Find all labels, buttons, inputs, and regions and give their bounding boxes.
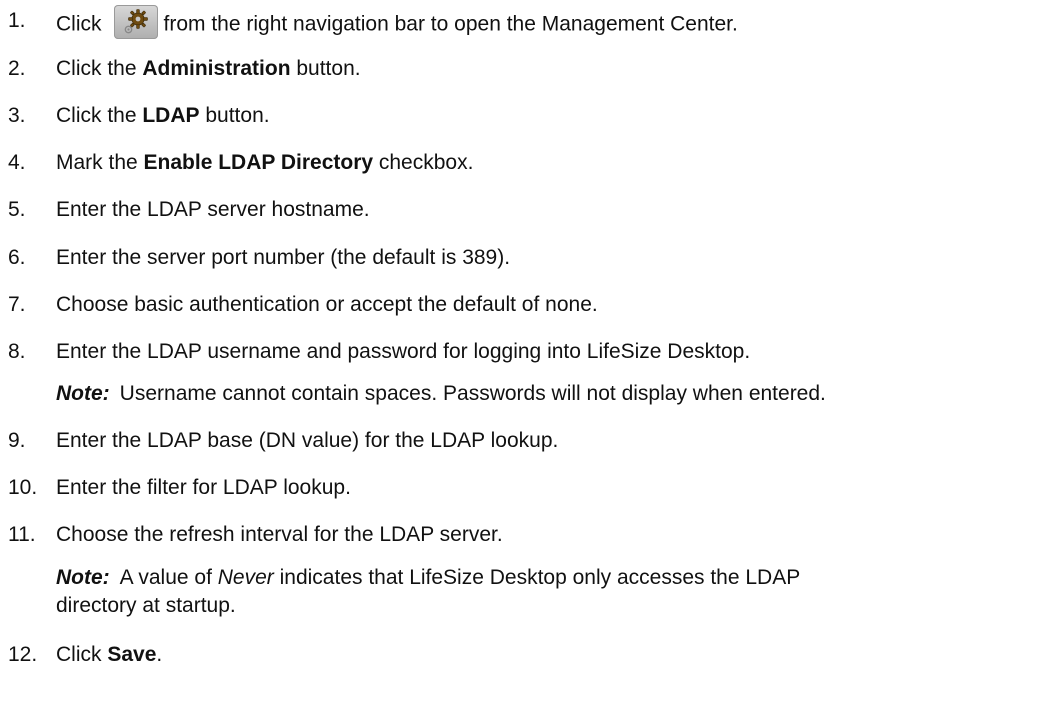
step-number: 6. <box>8 246 26 269</box>
step-text: Click from the right navigation bar to o… <box>56 5 738 42</box>
step-text-before: Click <box>56 643 108 666</box>
step-text-bold: Save <box>107 643 157 666</box>
step-text: Enter the filter for LDAP lookup. <box>56 476 351 499</box>
step-text: Choose basic authentication or accept th… <box>56 293 598 316</box>
note-text: Username cannot contain spaces. Password… <box>119 382 826 405</box>
step-number: 10. <box>8 476 38 499</box>
note-text-before: A value of <box>119 566 218 589</box>
note-text-italic: Never <box>217 566 274 589</box>
step-number: 2. <box>8 57 26 80</box>
step-number: 12. <box>8 643 38 666</box>
gear-icon <box>113 5 158 39</box>
note: Note: Username cannot contain spaces. Pas… <box>56 381 826 407</box>
note-label: Note: <box>56 566 110 589</box>
step-text-before: Mark the <box>56 151 144 174</box>
step-number: 9. <box>8 429 26 452</box>
step-text-after: . <box>156 643 163 666</box>
step-text: Enter the LDAP username and password for… <box>56 340 751 363</box>
step-text-after: button. <box>199 104 270 127</box>
step-text: Enter the LDAP base (DN value) for the L… <box>56 429 559 452</box>
step-number: 5. <box>8 198 26 221</box>
note-label: Note: <box>56 382 110 405</box>
step-text-after: from the right navigation bar to open th… <box>163 12 738 36</box>
step-text: Click the LDAP button. <box>56 103 270 129</box>
step-number: 3. <box>8 104 26 127</box>
step-text: Click the Administration button. <box>56 56 361 82</box>
step-number: 11. <box>8 523 36 546</box>
step-text-before: Click <box>56 12 102 36</box>
step-text-after: checkbox. <box>373 151 474 174</box>
step-number: 4. <box>8 151 26 174</box>
instruction-document: 1. Click from the right navigation bar t… <box>0 0 1053 711</box>
step-text-bold: Enable LDAP Directory <box>143 151 374 174</box>
step-text-bold: LDAP <box>142 104 200 127</box>
note-text-after: indicates that LifeSize Desktop only acc… <box>273 566 801 589</box>
step-text: Enter the LDAP server hostname. <box>56 198 370 221</box>
step-text: Click Save. <box>56 642 162 668</box>
step-text-after: button. <box>290 57 361 80</box>
step-text-before: Click the <box>56 104 143 127</box>
note-text-line2: directory at startup. <box>56 594 236 617</box>
step-number: 7. <box>8 293 26 316</box>
step-text: Enter the server port number (the defaul… <box>56 246 511 269</box>
step-text-before: Click the <box>56 57 143 80</box>
step-text: Mark the Enable LDAP Directory checkbox. <box>56 150 473 176</box>
step-text: Choose the refresh interval for the LDAP… <box>56 523 503 546</box>
step-text-bold: Administration <box>142 57 291 80</box>
step-number: 8. <box>8 340 26 363</box>
note-continuation: directory at startup. <box>56 593 236 619</box>
note: Note: A value of Never indicates that Lif… <box>56 565 800 591</box>
step-number: 1. <box>8 9 26 32</box>
